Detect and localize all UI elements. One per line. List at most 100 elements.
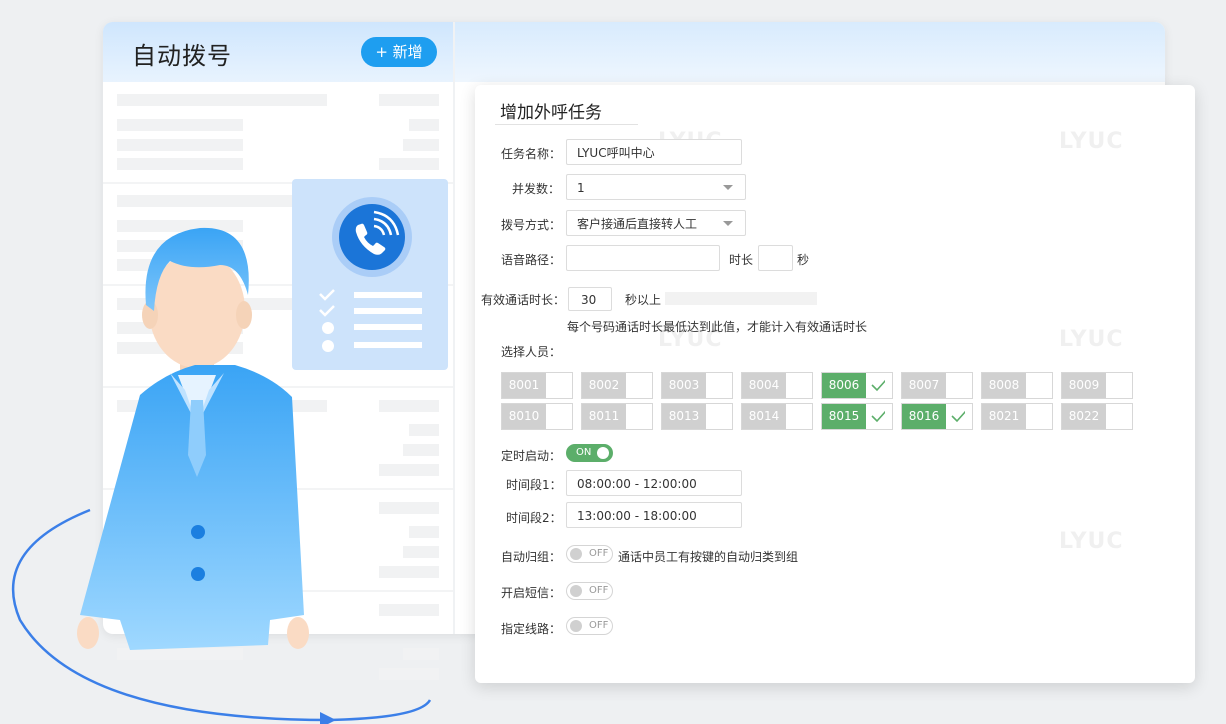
extension-number: 8016 [902,404,946,429]
toggle-state: OFF [589,585,609,596]
task-name-label: 任务名称： [501,147,562,161]
watermark: LYUC [1059,129,1124,154]
extension-number: 8014 [742,404,786,429]
toggle-knob [570,548,582,560]
select-staff-label: 选择人员： [501,345,562,359]
schedule-toggle[interactable]: ON [566,444,613,462]
skeleton-line [379,464,439,476]
skeleton-line [117,94,327,106]
valid-duration-input[interactable]: 30 [568,287,612,311]
voice-path-input[interactable] [566,245,720,271]
extension-number: 8011 [582,404,626,429]
sms-label: 开启短信： [501,586,562,600]
placeholder-bar [665,292,817,305]
line-label: 指定线路： [501,622,562,636]
extension-8010[interactable]: 8010 [501,403,573,430]
period1-input[interactable]: 08:00:00 - 12:00:00 [566,470,742,496]
toggle-knob [597,447,609,459]
extension-8021[interactable]: 8021 [981,403,1053,430]
watermark: LYUC [1059,529,1124,554]
checkmark-icon [871,410,885,423]
extension-number: 8008 [982,373,1026,398]
valid-duration-hint: 每个号码通话时长最低达到此值，才能计入有效通话时长 [567,320,868,334]
extension-number: 8007 [902,373,946,398]
customer-service-person-illustration [77,227,309,650]
toggle-state: OFF [589,548,609,559]
skeleton-line [379,668,439,680]
extension-8008[interactable]: 8008 [981,372,1053,399]
duration-label: 时长 [729,253,754,267]
phone-call-illustration [292,179,448,370]
schedule-label: 定时启动： [501,449,562,463]
task-name-input[interactable]: LYUC呼叫中心 [566,139,742,165]
extension-number: 8003 [662,373,706,398]
extension-8002[interactable]: 8002 [581,372,653,399]
skeleton-line [409,424,439,436]
extension-number: 8015 [822,404,866,429]
skeleton-line [379,502,439,514]
app-title: 自动拨号 [132,42,232,70]
extension-8007[interactable]: 8007 [901,372,973,399]
extension-number: 8022 [1062,404,1106,429]
dial-mode-label: 拨号方式： [501,218,562,232]
skeleton-line [379,566,439,578]
duration-input[interactable] [758,245,793,271]
extension-number: 8002 [582,373,626,398]
skeleton-line [379,400,439,412]
title-underline [495,124,638,125]
extension-8022[interactable]: 8022 [1061,403,1133,430]
divider [453,22,455,634]
chevron-down-icon [723,221,733,226]
auto-group-hint: 通话中员工有按键的自动归类到组 [618,550,799,564]
dialog-title: 增加外呼任务 [500,103,602,123]
line-toggle[interactable]: OFF [566,617,613,635]
toggle-knob [570,585,582,597]
auto-group-toggle[interactable]: OFF [566,545,613,563]
chevron-down-icon [723,185,733,190]
extension-8001[interactable]: 8001 [501,372,573,399]
dial-mode-select[interactable]: 客户接通后直接转人工 [566,210,746,236]
extension-8013[interactable]: 8013 [661,403,733,430]
valid-duration-label: 有效通话时长： [481,293,566,307]
sms-toggle[interactable]: OFF [566,582,613,600]
period1-label: 时间段1： [506,478,562,492]
extension-8016[interactable]: 8016 [901,403,973,430]
skeleton-line [117,119,243,131]
extension-number: 8009 [1062,373,1106,398]
extension-8014[interactable]: 8014 [741,403,813,430]
extension-8004[interactable]: 8004 [741,372,813,399]
extension-number: 8004 [742,373,786,398]
toggle-state: OFF [589,620,609,631]
concurrency-value: 1 [577,181,585,195]
skeleton-line [117,158,243,170]
checkmark-icon [871,379,885,392]
extension-8009[interactable]: 8009 [1061,372,1133,399]
skeleton-line [409,119,439,131]
voice-path-label: 语音路径： [501,253,562,267]
skeleton-line [409,526,439,538]
add-button[interactable]: + 新增 [361,37,437,67]
seconds-unit: 秒 [797,253,810,267]
period2-input[interactable]: 13:00:00 - 18:00:00 [566,502,742,528]
extension-8006[interactable]: 8006 [821,372,893,399]
extension-number: 8021 [982,404,1026,429]
extension-8015[interactable]: 8015 [821,403,893,430]
toggle-knob [570,620,582,632]
checkmark-icon [951,410,965,423]
extension-number: 8013 [662,404,706,429]
skeleton-line [379,94,439,106]
add-outbound-task-dialog: LYUC LYUC LYUC LYUC LYUC 增加外呼任务 任务名称： LY… [475,85,1195,683]
skeleton-line [379,158,439,170]
extension-8003[interactable]: 8003 [661,372,733,399]
extension-8011[interactable]: 8011 [581,403,653,430]
extension-number: 8010 [502,404,546,429]
period2-label: 时间段2： [506,511,562,525]
skeleton-line [379,604,439,616]
auto-group-label: 自动归组： [501,550,562,564]
watermark: LYUC [1059,327,1124,352]
extension-number: 8001 [502,373,546,398]
skeleton-line [403,546,439,558]
concurrency-label: 并发数： [512,182,561,196]
concurrency-select[interactable]: 1 [566,174,746,200]
dial-mode-value: 客户接通后直接转人工 [577,217,698,231]
